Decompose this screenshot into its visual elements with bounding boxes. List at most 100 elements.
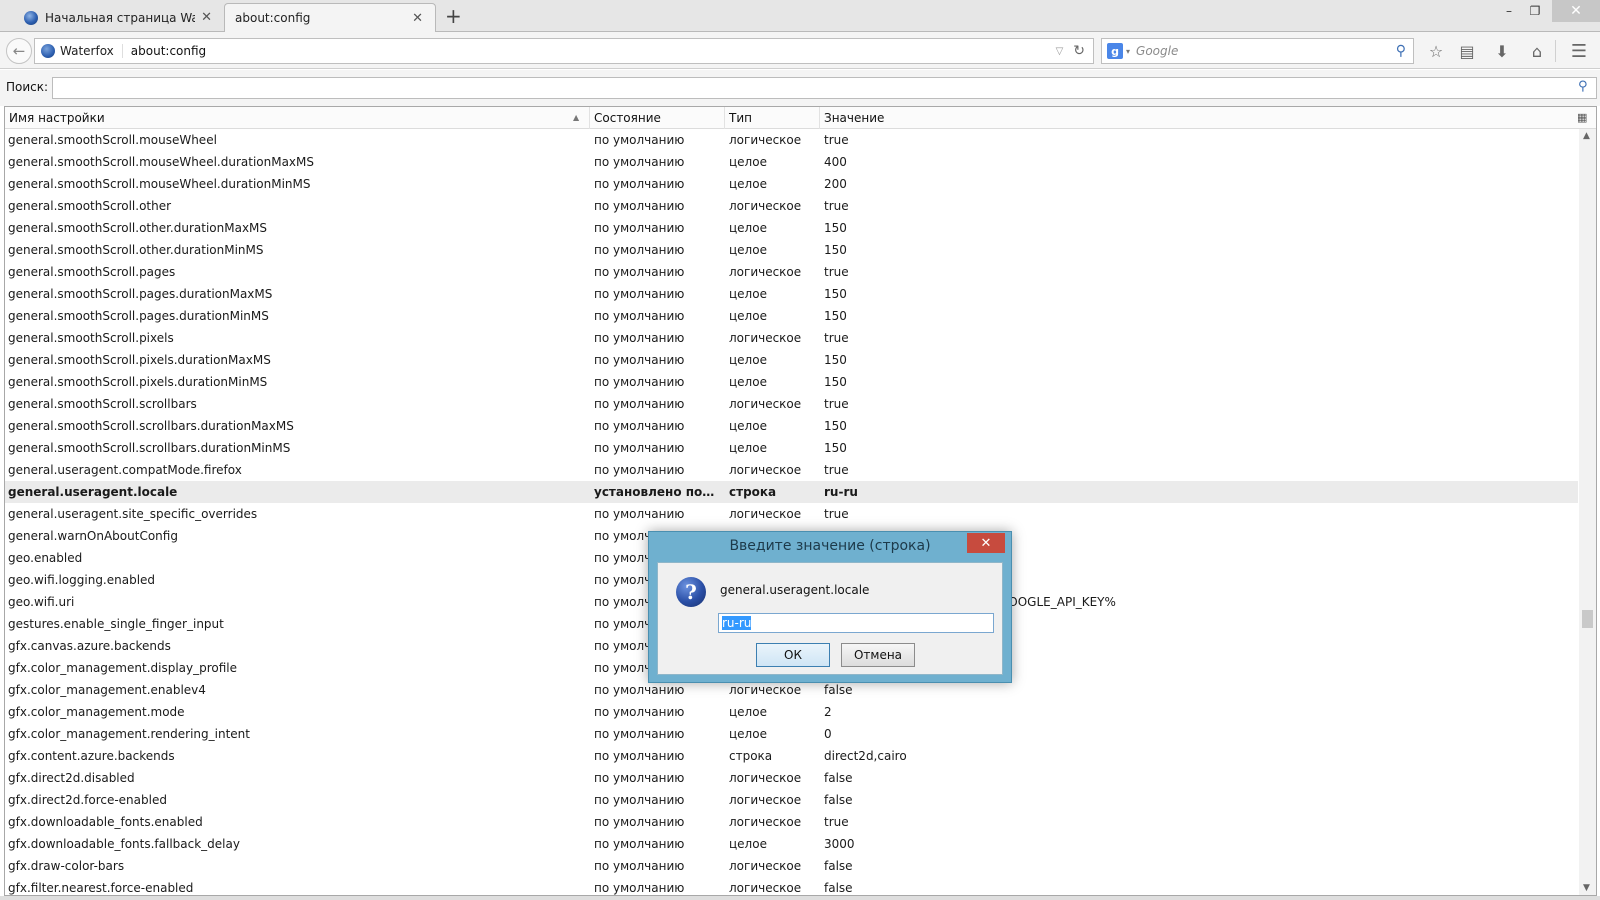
table-row[interactable]: general.smoothScroll.other по умолчанию ло…	[5, 195, 1578, 217]
minimize-button[interactable]: –	[1496, 0, 1522, 22]
pref-status-cell: по умолчанию	[594, 375, 685, 389]
pref-value-cell: 400	[824, 155, 847, 169]
tab-close-icon[interactable]: ✕	[412, 11, 423, 26]
table-row[interactable]: general.smoothScroll.mouseWheel по умолча…	[5, 129, 1578, 151]
table-row[interactable]: general.useragent.locale установлено поль…	[5, 481, 1578, 503]
config-tree[interactable]: Имя настройки ▲ Состояние Тип Значение ▦…	[4, 106, 1597, 896]
table-row[interactable]: gfx.direct2d.force-enabled по умолчанию ло…	[5, 789, 1578, 811]
pref-value-cell: 150	[824, 353, 847, 367]
scroll-up-icon[interactable]: ▲	[1583, 131, 1590, 141]
filter-input[interactable]	[52, 77, 1597, 99]
pref-value-cell: 150	[824, 375, 847, 389]
engine-dropdown-icon[interactable]: ▾	[1126, 47, 1130, 56]
table-row[interactable]: general.smoothScroll.mouseWheel.duration…	[5, 151, 1578, 173]
pref-status-cell: установлено пользо...	[594, 485, 722, 499]
site-identity-label[interactable]: Waterfox	[60, 44, 123, 58]
pref-type-cell: логическое	[729, 815, 802, 829]
pref-name-cell: general.smoothScroll.pages.durationMaxMS	[8, 287, 273, 301]
home-icon[interactable]: ⌂	[1526, 41, 1548, 61]
table-row[interactable]: general.smoothScroll.pages по умолчанию ло…	[5, 261, 1578, 283]
pref-status-cell: по умолчанию	[594, 287, 685, 301]
table-row[interactable]: general.smoothScroll.pages.durationMaxMS…	[5, 283, 1578, 305]
scroll-down-icon[interactable]: ▼	[1583, 883, 1590, 893]
column-type-header[interactable]: Тип	[725, 107, 820, 129]
maximize-button[interactable]: ❐	[1522, 0, 1548, 22]
pref-value-cell: 150	[824, 309, 847, 323]
cancel-button[interactable]: Отмена	[841, 643, 915, 667]
pref-status-cell: по умолчанию	[594, 837, 685, 851]
url-input[interactable]: about:config	[131, 44, 1056, 58]
dialog-close-button[interactable]: ✕	[967, 533, 1005, 553]
column-value-header[interactable]: Значение	[820, 107, 1560, 129]
pref-type-cell: целое	[729, 419, 767, 433]
table-row[interactable]: gfx.content.azure.backends по умолчанию ст…	[5, 745, 1578, 767]
search-icon[interactable]: ⚲	[1396, 43, 1406, 59]
pref-type-cell: логическое	[729, 771, 802, 785]
tab-start-page[interactable]: Начальная страница Wat... ✕	[14, 3, 224, 32]
pref-type-cell: целое	[729, 705, 767, 719]
pref-type-cell: логическое	[729, 199, 802, 213]
site-identity-icon[interactable]	[41, 44, 55, 58]
pref-type-cell: целое	[729, 837, 767, 851]
config-rows: general.smoothScroll.mouseWheel по умолча…	[5, 129, 1578, 895]
table-row[interactable]: general.smoothScroll.mouseWheel.duration…	[5, 173, 1578, 195]
table-row[interactable]: general.smoothScroll.pages.durationMinMS…	[5, 305, 1578, 327]
pref-value-cell: true	[824, 815, 849, 829]
table-row[interactable]: gfx.draw-color-bars по умолчанию логическо…	[5, 855, 1578, 877]
hamburger-menu-icon[interactable]: ☰	[1568, 41, 1590, 62]
history-dropdown-icon[interactable]: ▽	[1056, 46, 1064, 57]
table-row[interactable]: general.useragent.site_specific_override…	[5, 503, 1578, 525]
column-picker-icon[interactable]: ▦	[1577, 111, 1587, 124]
scroll-thumb[interactable]	[1582, 610, 1593, 628]
google-engine-icon[interactable]: g	[1107, 43, 1123, 59]
table-row[interactable]: general.smoothScroll.pixels.durationMaxM…	[5, 349, 1578, 371]
downloads-icon[interactable]: ⬇	[1491, 41, 1513, 61]
dialog-body: ? general.useragent.locale ru-ru ОК Отме…	[657, 562, 1003, 675]
tab-label: about:config	[235, 11, 311, 25]
table-row[interactable]: general.smoothScroll.pixels по умолчанию л…	[5, 327, 1578, 349]
column-status-header[interactable]: Состояние	[590, 107, 725, 129]
url-bar[interactable]: Waterfox about:config ▽ ↻	[34, 38, 1094, 64]
selected-value-text[interactable]: ru-ru	[722, 616, 752, 630]
pref-value-cell: ru-ru	[824, 485, 858, 499]
column-name-header[interactable]: Имя настройки	[5, 107, 590, 129]
new-tab-button[interactable]: +	[445, 4, 462, 28]
search-icon[interactable]: ⚲	[1578, 79, 1588, 94]
pref-name-cell: geo.enabled	[8, 551, 83, 565]
vertical-scrollbar[interactable]: ▲ ▼	[1579, 129, 1596, 895]
table-row[interactable]: gfx.downloadable_fonts.fallback_delay по …	[5, 833, 1578, 855]
table-row[interactable]: gfx.color_management.rendering_intent по …	[5, 723, 1578, 745]
bookmark-star-icon[interactable]: ☆	[1425, 41, 1447, 61]
pref-type-cell: целое	[729, 155, 767, 169]
search-bar[interactable]: g ▾ Google ⚲	[1101, 38, 1414, 64]
dialog-value-input[interactable]: ru-ru	[718, 613, 994, 633]
pref-type-cell: строка	[729, 749, 773, 763]
ok-button[interactable]: ОК	[756, 643, 830, 667]
table-row[interactable]: general.smoothScroll.scrollbars.duration…	[5, 415, 1578, 437]
pref-value-cell: true	[824, 463, 849, 477]
pref-name-cell: gfx.direct2d.disabled	[8, 771, 135, 785]
window-close-button[interactable]: ✕	[1552, 0, 1600, 22]
pref-name-cell: general.warnOnAboutConfig	[8, 529, 178, 543]
pref-type-cell: логическое	[729, 463, 802, 477]
bookmarks-menu-icon[interactable]: ▤	[1456, 41, 1478, 61]
pref-type-cell: логическое	[729, 397, 802, 411]
table-row[interactable]: gfx.color_management.mode по умолчанию цел…	[5, 701, 1578, 723]
table-row[interactable]: general.smoothScroll.scrollbars.duration…	[5, 437, 1578, 459]
table-row[interactable]: general.smoothScroll.pixels.durationMinM…	[5, 371, 1578, 393]
table-row[interactable]: gfx.filter.nearest.force-enabled по умолч…	[5, 877, 1578, 895]
table-row[interactable]: gfx.downloadable_fonts.enabled по умолчан…	[5, 811, 1578, 833]
pref-value-cell: 150	[824, 221, 847, 235]
table-row[interactable]: gfx.direct2d.disabled по умолчанию логичес…	[5, 767, 1578, 789]
table-row[interactable]: general.useragent.compatMode.firefox по у…	[5, 459, 1578, 481]
tab-about-config[interactable]: about:config ✕	[224, 3, 436, 33]
tab-close-icon[interactable]: ✕	[201, 10, 212, 25]
reload-icon[interactable]: ↻	[1073, 43, 1085, 59]
table-row[interactable]: general.smoothScroll.other.durationMinMS…	[5, 239, 1578, 261]
back-button[interactable]: ←	[6, 38, 32, 64]
table-row[interactable]: general.smoothScroll.scrollbars по умолча…	[5, 393, 1578, 415]
status-strip	[0, 896, 1600, 900]
pref-name-cell: gfx.downloadable_fonts.enabled	[8, 815, 203, 829]
search-input[interactable]: Google	[1136, 44, 1396, 58]
table-row[interactable]: general.smoothScroll.other.durationMaxMS…	[5, 217, 1578, 239]
